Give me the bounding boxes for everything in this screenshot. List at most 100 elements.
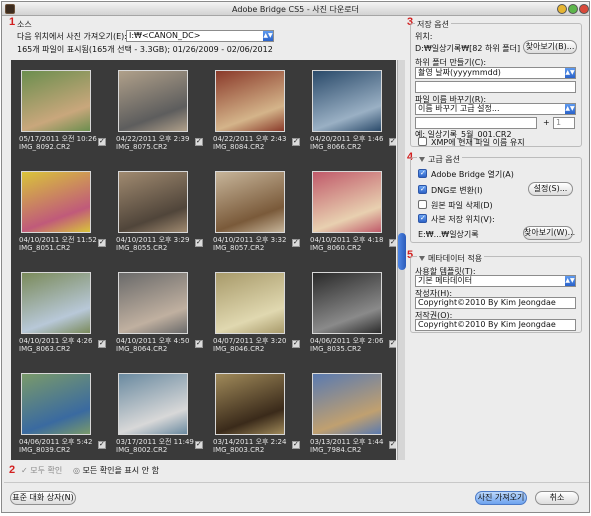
copyright-field[interactable]: Copyright©2010 By Kim Jeongdae [415, 319, 576, 331]
thumbnail-checkbox[interactable] [195, 137, 203, 146]
thumbnail-cell[interactable]: 04/10/2011 오전 11:52 IMG_8051.CR2 [13, 163, 109, 263]
photo-thumbnail[interactable] [312, 171, 382, 233]
open-bridge-checkbox[interactable] [418, 169, 427, 178]
photo-thumbnail[interactable] [118, 272, 188, 334]
thumbnail-cell[interactable]: 04/06/2011 오후 5:42 IMG_8039.CR2 [13, 365, 109, 460]
thumbnail-filename: IMG_8051.CR2 [19, 244, 71, 252]
rename-value: 이름 바꾸기 고급 설정... [418, 104, 500, 113]
photo-thumbnail[interactable] [118, 70, 188, 132]
scrollbar-thumb[interactable] [398, 233, 406, 270]
standard-dialog-button[interactable]: 표준 대화 상자(N) [10, 491, 76, 505]
photo-thumbnail[interactable] [312, 373, 382, 435]
dropdown-arrow-icon: ▲▼ [565, 104, 575, 114]
thumbnail-checkbox[interactable] [98, 339, 106, 348]
thumbnail-checkbox[interactable] [195, 440, 203, 449]
photo-thumbnail[interactable] [312, 272, 382, 334]
maximize-button[interactable] [568, 4, 578, 14]
photo-thumbnail[interactable] [21, 171, 91, 233]
photo-thumbnail[interactable] [21, 373, 91, 435]
thumbnail-filename: IMG_8003.CR2 [213, 446, 265, 454]
photo-thumbnail[interactable] [215, 272, 285, 334]
thumbnail-filename: IMG_8060.CR2 [310, 244, 362, 252]
thumbnail-checkbox[interactable] [389, 238, 396, 247]
title-bar: Adobe Bridge CS5 - 사진 다운로더 [2, 2, 589, 16]
cancel-button[interactable]: 취소 [535, 491, 579, 505]
photo-thumbnail[interactable] [215, 70, 285, 132]
creator-field[interactable]: Copyright©2010 By Kim Jeongdae [415, 297, 576, 309]
convert-dng-checkbox[interactable] [418, 185, 427, 194]
thumbnail-cell[interactable]: 04/10/2011 오후 4:18 IMG_8060.CR2 [304, 163, 396, 263]
thumbnail-filename: IMG_8063.CR2 [19, 345, 71, 353]
copy-path: E:₩...₩일상기록 [418, 230, 479, 239]
convert-dng-label: DNG로 변환(I) [431, 186, 483, 195]
photo-thumbnail[interactable] [215, 171, 285, 233]
thumbnail-filename: IMG_8002.CR2 [116, 446, 168, 454]
photo-thumbnail[interactable] [21, 272, 91, 334]
source-device-value: I:₩<CANON_DC> [129, 31, 201, 40]
close-button[interactable] [579, 4, 589, 14]
save-copy-label: 사본 저장 위치(V): [431, 215, 495, 224]
thumbnail-checkbox[interactable] [98, 137, 106, 146]
keep-filename-xmp-checkbox[interactable] [418, 137, 427, 146]
photo-thumbnail[interactable] [215, 373, 285, 435]
subfolder-custom-field[interactable] [415, 81, 576, 93]
subfolder-value: 촬영 날짜(yyyymmdd) [418, 68, 501, 77]
photo-thumbnail[interactable] [312, 70, 382, 132]
thumbnail-scrollbar[interactable] [397, 60, 406, 460]
thumbnail-cell[interactable]: 05/17/2011 오전 10:26 IMG_8092.CR2 [13, 62, 109, 162]
dropdown-arrow-icon: ▲▼ [565, 276, 575, 286]
browse-copy-button[interactable]: 찾아보기(W)... [523, 226, 575, 240]
thumbnail-cell[interactable]: 03/17/2011 오전 11:49 IMG_8002.CR2 [110, 365, 206, 460]
thumbnail-cell[interactable]: 04/06/2011 오후 2:06 IMG_8035.CR2 [304, 264, 396, 364]
dng-settings-button[interactable]: 설정(S)... [528, 182, 573, 196]
hide-checked-button[interactable]: ◎ 모든 확인을 표시 안 함 [73, 465, 159, 476]
thumbnail-cell[interactable]: 04/22/2011 오후 2:43 IMG_8084.CR2 [207, 62, 303, 162]
thumbnail-cell[interactable]: 04/22/2011 오후 2:39 IMG_8075.CR2 [110, 62, 206, 162]
photo-thumbnail[interactable] [118, 373, 188, 435]
thumbnail-checkbox[interactable] [292, 339, 300, 348]
thumbnail-cell[interactable]: 03/14/2011 오후 2:24 IMG_8003.CR2 [207, 365, 303, 460]
thumbnail-checkbox[interactable] [195, 238, 203, 247]
subfolder-select[interactable]: 촬영 날짜(yyyymmdd) ▲▼ [415, 67, 576, 79]
disclosure-triangle-icon [419, 256, 425, 261]
thumbnail-checkbox[interactable] [389, 440, 396, 449]
advanced-options-toggle[interactable]: 고급 옵션 [417, 154, 462, 165]
annotation-2: 2 [9, 464, 16, 476]
get-photos-button[interactable]: 사진 가져오기 [475, 491, 527, 505]
thumbnail-checkbox[interactable] [292, 137, 300, 146]
photo-thumbnail[interactable] [118, 171, 188, 233]
delete-original-checkbox[interactable] [418, 200, 427, 209]
metadata-toggle[interactable]: 메타데이터 적용 [417, 253, 485, 264]
location-path: D:₩일상기록₩[82 하위 폴더] [415, 44, 521, 53]
thumbnail-filename: IMG_7984.CR2 [310, 446, 362, 454]
thumbnail-checkbox[interactable] [292, 238, 300, 247]
thumbnail-filename: IMG_8046.CR2 [213, 345, 265, 353]
save-options-label: 저장 옵션 [415, 19, 451, 30]
thumbnail-cell[interactable]: 04/10/2011 오후 3:32 IMG_8057.CR2 [207, 163, 303, 263]
rename-text-field[interactable] [415, 117, 537, 129]
thumbnail-cell[interactable]: 04/10/2011 오후 4:50 IMG_8064.CR2 [110, 264, 206, 364]
photo-thumbnail[interactable] [21, 70, 91, 132]
minimize-button[interactable] [557, 4, 567, 14]
sequence-number-field[interactable]: 1 [553, 117, 575, 129]
browse-location-button[interactable]: 찾아보기(B)... [523, 40, 577, 54]
thumbnail-cell[interactable]: 04/20/2011 오후 1:46 IMG_8066.CR2 [304, 62, 396, 162]
thumbnail-checkbox[interactable] [292, 440, 300, 449]
thumbnail-checkbox[interactable] [195, 339, 203, 348]
check-all-label: 모두 확인 [30, 466, 63, 475]
thumbnail-checkbox[interactable] [389, 339, 396, 348]
rename-select[interactable]: 이름 바꾸기 고급 설정... ▲▼ [415, 103, 576, 115]
thumbnail-cell[interactable]: 04/10/2011 오후 4:26 IMG_8063.CR2 [13, 264, 109, 364]
save-copy-checkbox[interactable] [418, 214, 427, 223]
thumbnail-cell[interactable]: 03/13/2011 오후 1:44 IMG_7984.CR2 [304, 365, 396, 460]
thumbnail-cell[interactable]: 04/07/2011 오후 3:20 IMG_8046.CR2 [207, 264, 303, 364]
thumbnail-cell[interactable]: 04/10/2011 오후 3:29 IMG_8055.CR2 [110, 163, 206, 263]
source-device-select[interactable]: I:₩<CANON_DC> ▲▼ [126, 30, 274, 42]
check-all-button[interactable]: ✓ 모두 확인 [21, 465, 62, 476]
thumbnail-checkbox[interactable] [98, 238, 106, 247]
template-select[interactable]: 기본 메타데이터 ▲▼ [415, 275, 576, 287]
footer-divider [4, 482, 589, 483]
thumbnail-checkbox[interactable] [98, 440, 106, 449]
thumbnail-checkbox[interactable] [389, 137, 396, 146]
disclosure-triangle-icon [419, 157, 425, 162]
